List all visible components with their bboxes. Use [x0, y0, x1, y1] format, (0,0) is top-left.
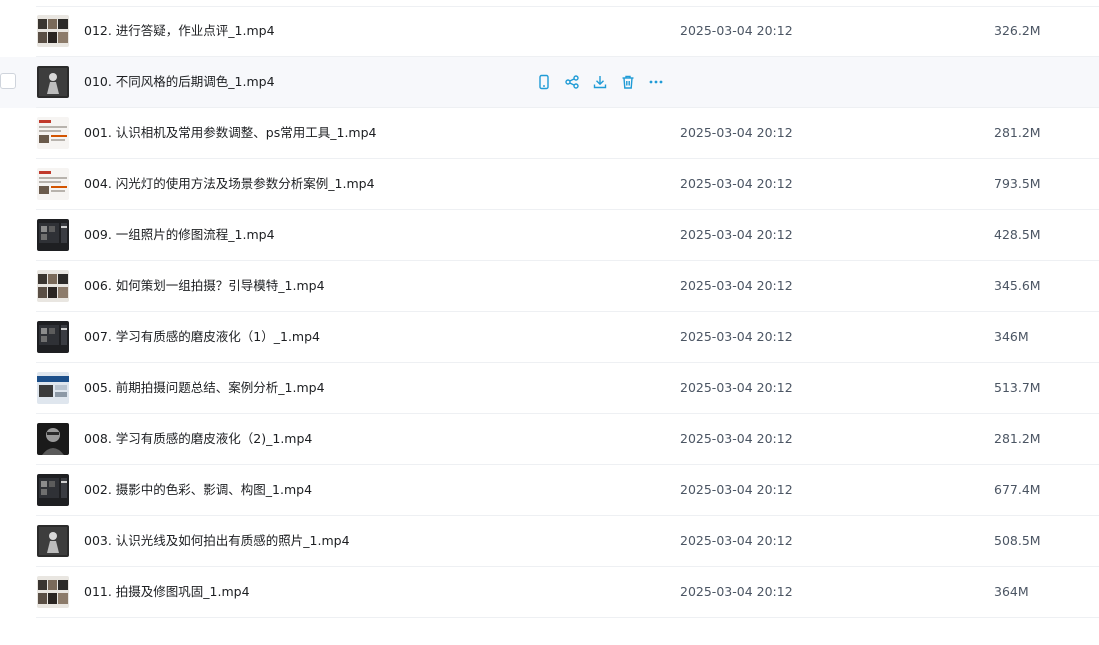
video-thumbnail[interactable] — [37, 423, 69, 455]
file-date: 2025-03-04 20:12 — [680, 533, 793, 548]
file-date: 2025-03-04 20:12 — [680, 380, 793, 395]
row-divider — [36, 617, 1099, 618]
video-thumbnail[interactable] — [37, 525, 69, 557]
download-icon[interactable] — [591, 72, 609, 92]
file-date: 2025-03-04 20:12 — [680, 23, 793, 38]
file-name[interactable]: 012. 进行答疑，作业点评_1.mp4 — [84, 22, 275, 40]
file-date: 2025-03-04 20:12 — [680, 482, 793, 497]
file-row[interactable]: 007. 学习有质感的磨皮液化（1）_1.mp4 2025-03-04 20:12… — [0, 312, 1099, 363]
file-date: 2025-03-04 20:12 — [680, 227, 793, 242]
video-thumbnail[interactable] — [37, 576, 69, 608]
file-name[interactable]: 003. 认识光线及如何拍出有质感的照片_1.mp4 — [84, 532, 350, 550]
video-thumbnail[interactable] — [37, 15, 69, 47]
file-name[interactable]: 002. 摄影中的色彩、影调、构图_1.mp4 — [84, 481, 312, 499]
more-icon[interactable] — [647, 72, 665, 92]
phone-icon[interactable] — [535, 72, 553, 92]
file-date: 2025-03-04 20:12 — [680, 329, 793, 344]
video-thumbnail[interactable] — [37, 219, 69, 251]
file-row[interactable]: 010. 不同风格的后期调色_1.mp4 — [0, 57, 1099, 108]
file-size: 326.2M — [994, 23, 1041, 38]
file-row[interactable]: 003. 认识光线及如何拍出有质感的照片_1.mp4 2025-03-04 20:… — [0, 516, 1099, 567]
file-name[interactable]: 008. 学习有质感的磨皮液化（2)_1.mp4 — [84, 430, 312, 448]
file-date: 2025-03-04 20:12 — [680, 584, 793, 599]
share-icon[interactable] — [563, 72, 581, 92]
file-size: 281.2M — [994, 431, 1041, 446]
file-size: 513.7M — [994, 380, 1041, 395]
video-thumbnail[interactable] — [37, 474, 69, 506]
file-name[interactable]: 009. 一组照片的修图流程_1.mp4 — [84, 226, 275, 244]
file-size: 345.6M — [994, 278, 1041, 293]
file-row[interactable]: 005. 前期拍摄问题总结、案例分析_1.mp4 2025-03-04 20:12… — [0, 363, 1099, 414]
file-row[interactable]: 004. 闪光灯的使用方法及场景参数分析案例_1.mp4 2025-03-04 2… — [0, 159, 1099, 210]
video-thumbnail[interactable] — [37, 168, 69, 200]
file-size: 346M — [994, 329, 1029, 344]
file-name[interactable]: 006. 如何策划一组拍摄？引导模特_1.mp4 — [84, 277, 325, 295]
video-thumbnail[interactable] — [37, 270, 69, 302]
video-thumbnail[interactable] — [37, 66, 69, 98]
file-row[interactable]: 009. 一组照片的修图流程_1.mp4 2025-03-04 20:12 428.… — [0, 210, 1099, 261]
video-thumbnail[interactable] — [37, 321, 69, 353]
video-thumbnail[interactable] — [37, 117, 69, 149]
file-size: 364M — [994, 584, 1029, 599]
file-row[interactable]: 012. 进行答疑，作业点评_1.mp4 2025-03-04 20:12 326.… — [0, 6, 1099, 57]
file-row[interactable]: 008. 学习有质感的磨皮液化（2)_1.mp4 2025-03-04 20:12… — [0, 414, 1099, 465]
file-date: 2025-03-04 20:12 — [680, 125, 793, 140]
file-name[interactable]: 011. 拍摄及修图巩固_1.mp4 — [84, 583, 250, 601]
file-name[interactable]: 001. 认识相机及常用参数调整、ps常用工具_1.mp4 — [84, 124, 377, 142]
file-name[interactable]: 004. 闪光灯的使用方法及场景参数分析案例_1.mp4 — [84, 175, 375, 193]
file-date: 2025-03-04 20:12 — [680, 431, 793, 446]
file-row[interactable]: 001. 认识相机及常用参数调整、ps常用工具_1.mp4 2025-03-04 … — [0, 108, 1099, 159]
file-name[interactable]: 010. 不同风格的后期调色_1.mp4 — [84, 73, 275, 91]
file-size: 428.5M — [994, 227, 1041, 242]
file-date: 2025-03-04 20:12 — [680, 278, 793, 293]
row-checkbox[interactable] — [0, 73, 16, 89]
file-row[interactable]: 006. 如何策划一组拍摄？引导模特_1.mp4 2025-03-04 20:12… — [0, 261, 1099, 312]
file-name[interactable]: 005. 前期拍摄问题总结、案例分析_1.mp4 — [84, 379, 325, 397]
row-actions — [535, 72, 665, 92]
file-name[interactable]: 007. 学习有质感的磨皮液化（1）_1.mp4 — [84, 328, 320, 346]
file-size: 281.2M — [994, 125, 1041, 140]
file-size: 677.4M — [994, 482, 1041, 497]
file-date: 2025-03-04 20:12 — [680, 176, 793, 191]
file-size: 508.5M — [994, 533, 1041, 548]
delete-icon[interactable] — [619, 72, 637, 92]
video-thumbnail[interactable] — [37, 372, 69, 404]
file-row[interactable]: 002. 摄影中的色彩、影调、构图_1.mp4 2025-03-04 20:12 6… — [0, 465, 1099, 516]
file-size: 793.5M — [994, 176, 1041, 191]
file-row[interactable]: 011. 拍摄及修图巩固_1.mp4 2025-03-04 20:12 364M — [0, 567, 1099, 618]
